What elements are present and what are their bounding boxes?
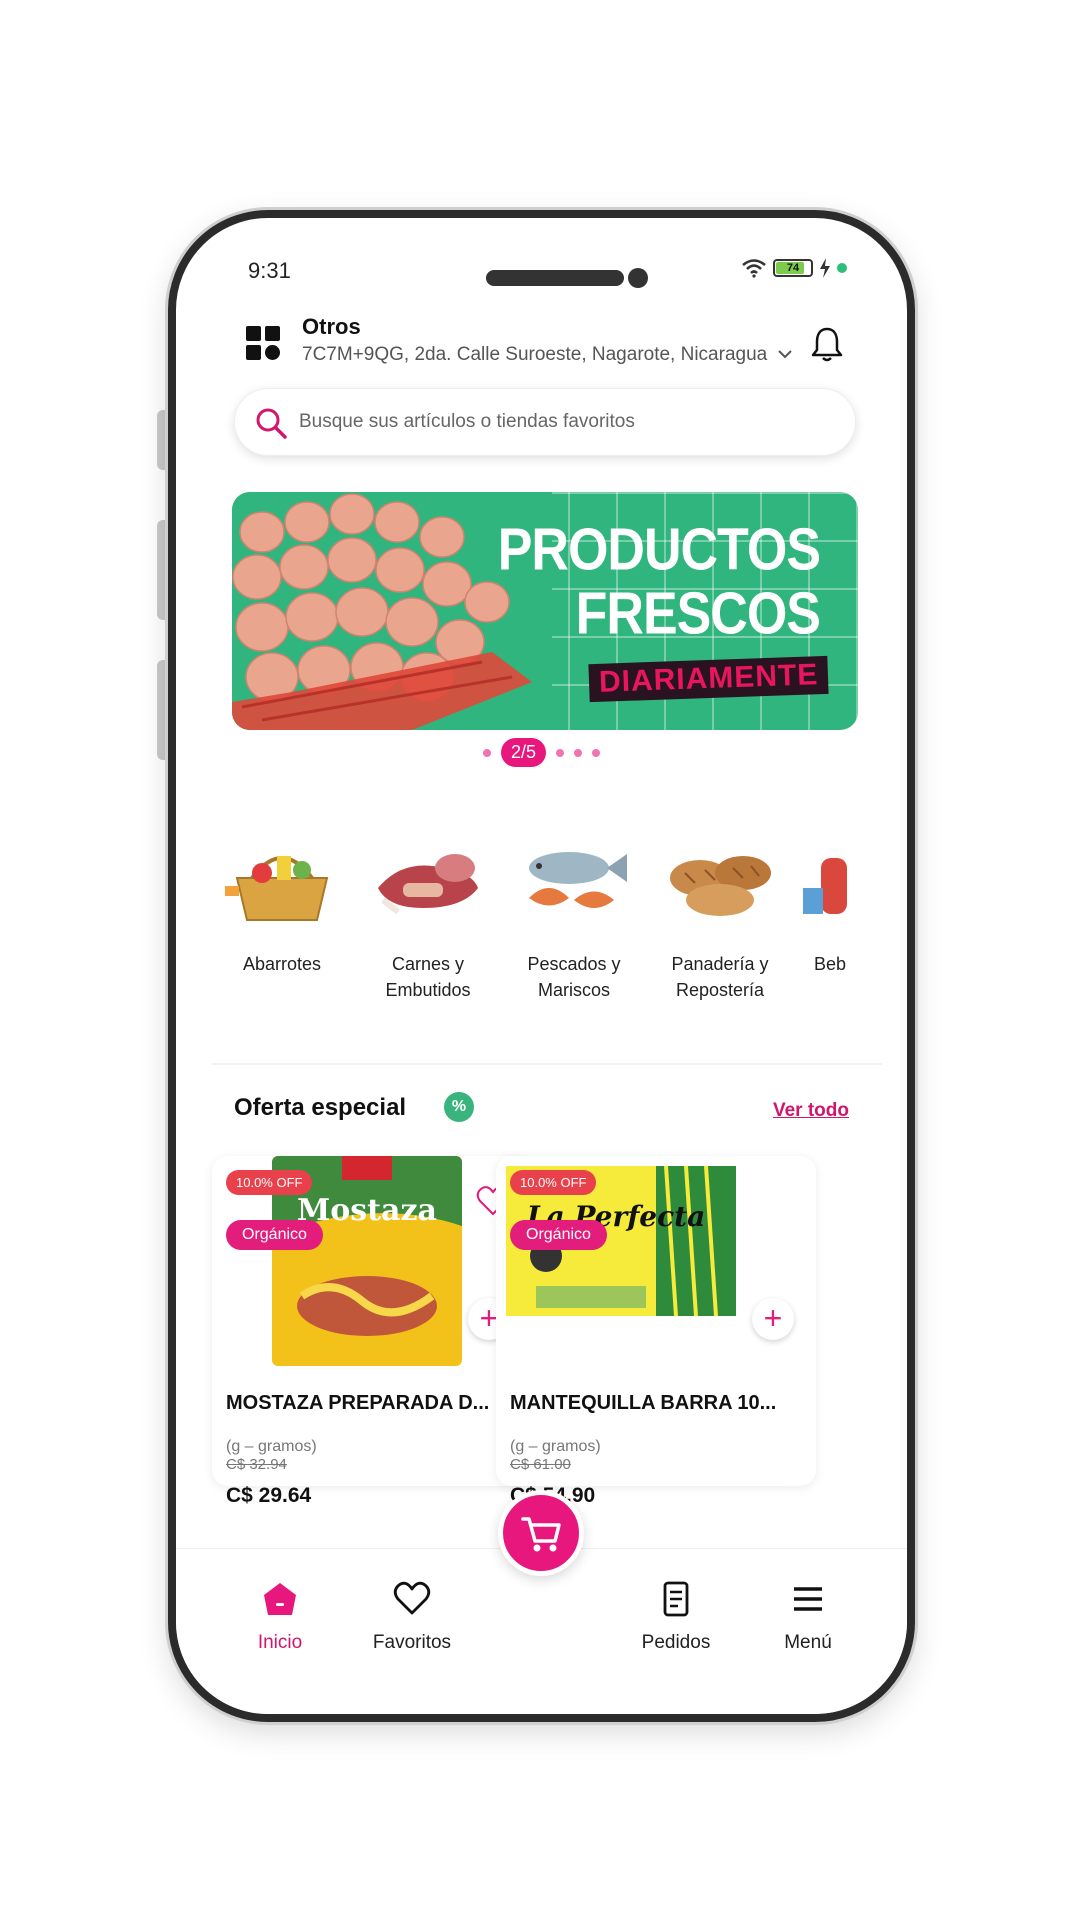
current-price: C$ 29.64: [226, 1484, 312, 1507]
category-pescados[interactable]: Pescados y Mariscos: [504, 808, 644, 1003]
add-to-cart-button[interactable]: +: [752, 1298, 794, 1340]
battery-level: 74: [786, 262, 800, 274]
address-text: 7C7M+9QG, 2da. Calle Suroeste, Nagarote,…: [302, 344, 768, 365]
pager-dot[interactable]: [592, 748, 601, 757]
nav-menu-label: Menú: [784, 1632, 832, 1653]
wifi-icon: [742, 259, 766, 278]
nav-orders-label: Pedidos: [641, 1632, 711, 1653]
notification-dot-icon: [837, 263, 847, 273]
basket-icon: [225, 856, 329, 921]
banner-headline: PRODUCTOS FRESCOS: [497, 516, 821, 648]
nav-favorites-label: Favoritos: [372, 1632, 452, 1653]
product-unit: (g – gramos): [510, 1438, 601, 1455]
battery-icon: 74: [773, 259, 813, 277]
search-bar[interactable]: Busque sus artículos o tiendas favoritos: [234, 388, 856, 456]
categories-grid-icon[interactable]: [246, 326, 280, 360]
nav-menu[interactable]: Menú: [748, 1579, 868, 1654]
category-abarrotes[interactable]: Abarrotes: [212, 808, 352, 977]
offers-title: Oferta especial: [234, 1094, 407, 1121]
status-icons: 74: [741, 258, 847, 278]
heart-icon: [393, 1581, 431, 1615]
category-label: Carnes y Embutidos: [385, 954, 471, 1000]
discount-badge: 10.0% OFF: [510, 1170, 597, 1195]
organic-badge: Orgánico: [226, 1220, 323, 1250]
chevron-down-icon: [777, 350, 792, 359]
category-label: Panadería y Repostería: [671, 954, 769, 1000]
discount-percent-icon: %: [444, 1092, 474, 1122]
product-card[interactable]: La Perfecta 10.0% OFF Orgánico + MANTEQU…: [496, 1156, 816, 1486]
drinks-icon: [803, 858, 847, 914]
category-carnes[interactable]: Carnes y Embutidos: [358, 808, 498, 1003]
fish-icon: [529, 852, 627, 908]
promo-banner[interactable]: PRODUCTOS FRESCOS DIARIAMENTE: [232, 492, 858, 730]
category-label: Abarrotes: [242, 954, 322, 974]
section-divider: [212, 1063, 882, 1065]
speaker-grille: [486, 270, 624, 286]
search-placeholder: Busque sus artículos o tiendas favoritos: [299, 411, 635, 432]
charging-icon: [820, 258, 830, 278]
old-price: C$ 61.00: [510, 1456, 571, 1473]
bread-icon: [670, 856, 771, 916]
location-address[interactable]: 7C7M+9QG, 2da. Calle Suroeste, Nagarote,…: [302, 344, 793, 366]
banner-pager: 2/5: [176, 738, 907, 767]
category-panaderia[interactable]: Panadería y Repostería: [650, 808, 790, 1003]
location-title[interactable]: Otros: [302, 314, 361, 340]
receipt-icon: [663, 1581, 689, 1617]
banner-line-1: PRODUCTOS: [497, 516, 821, 584]
cart-icon: [521, 1517, 561, 1552]
pager-current: 2/5: [500, 738, 547, 767]
location-header: Otros 7C7M+9QG, 2da. Calle Suroeste, Nag…: [246, 314, 847, 374]
front-camera: [628, 268, 648, 288]
product-card[interactable]: Mostaza 10.0% OFF Orgánico + MOSTAZA PRE…: [212, 1156, 532, 1486]
pager-dot[interactable]: [482, 748, 491, 757]
status-time: 9:31: [248, 258, 291, 283]
bell-icon[interactable]: [807, 324, 847, 364]
product-name: MANTEQUILLA BARRA 10...: [510, 1392, 777, 1414]
discount-badge: 10.0% OFF: [226, 1170, 313, 1195]
product-name: MOSTAZA PREPARADA D...: [226, 1392, 490, 1414]
old-price: C$ 32.94: [226, 1456, 287, 1473]
phone-frame: 9:31 74 Otros 7C7M+9QG, 2da. Calle Suroe…: [168, 210, 915, 1722]
search-icon: [256, 408, 287, 439]
pager-dot[interactable]: [574, 748, 583, 757]
category-label: Pescados y Mariscos: [527, 954, 621, 1000]
nav-home[interactable]: Inicio: [220, 1579, 340, 1654]
product-unit: (g – gramos): [226, 1438, 317, 1455]
nav-favorites[interactable]: Favoritos: [352, 1579, 472, 1654]
app-screen: 9:31 74 Otros 7C7M+9QG, 2da. Calle Suroe…: [176, 218, 907, 1714]
pager-dot[interactable]: [556, 748, 565, 757]
nav-home-label: Inicio: [257, 1632, 303, 1653]
organic-badge: Orgánico: [510, 1220, 607, 1250]
nav-orders[interactable]: Pedidos: [616, 1579, 736, 1654]
banner-line-2: FRESCOS: [575, 580, 821, 648]
meat-icon: [378, 854, 478, 915]
categories-carousel[interactable]: Abarrotes Carnes y Embutidos Pescados y …: [212, 808, 882, 1058]
category-bebidas[interactable]: Beb: [796, 808, 882, 977]
category-label: Beb: [814, 954, 847, 974]
home-icon: [264, 1583, 296, 1615]
mustard-image-text: Mostaza: [297, 1193, 437, 1228]
see-all-link[interactable]: Ver todo: [773, 1100, 849, 1122]
cart-button[interactable]: [498, 1490, 584, 1576]
hamburger-menu-icon: [794, 1587, 822, 1611]
